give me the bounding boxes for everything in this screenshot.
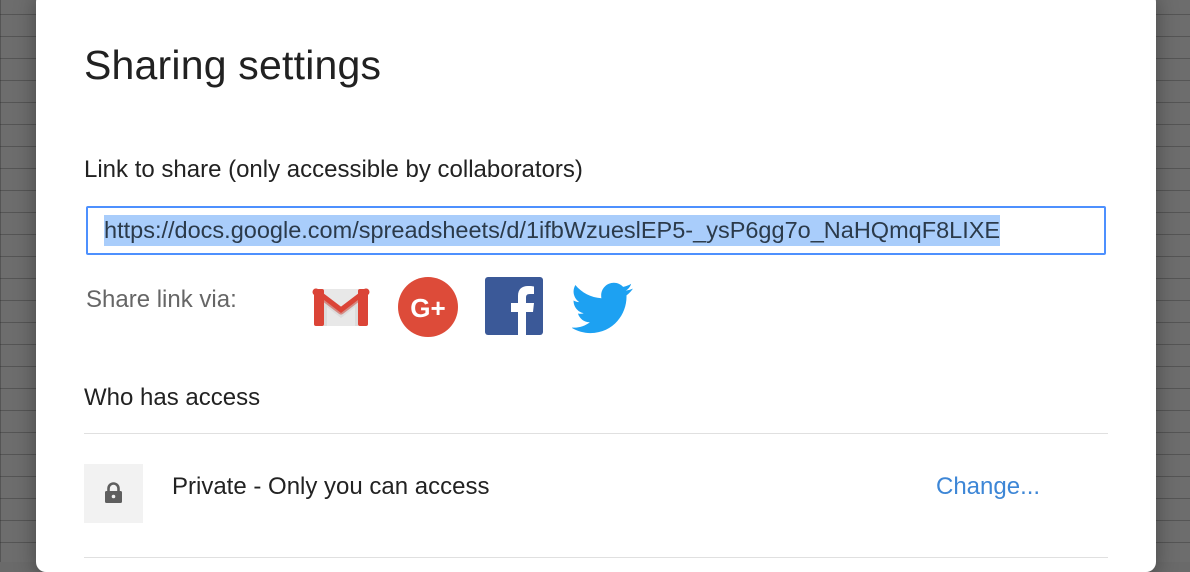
twitter-icon[interactable]: [572, 276, 634, 338]
access-description: Private - Only you can access: [172, 473, 490, 500]
facebook-icon[interactable]: [484, 276, 546, 338]
access-entry-row: Private - Only you can access Change...: [84, 464, 1108, 526]
share-link-input[interactable]: https://docs.google.com/spreadsheets/d/1…: [86, 206, 1106, 255]
dialog-title: Sharing settings: [84, 42, 382, 88]
access-divider-top: [84, 433, 1108, 434]
google-plus-icon[interactable]: G+: [397, 276, 459, 338]
lock-icon-box: [84, 464, 143, 523]
svg-text:G+: G+: [410, 293, 445, 323]
change-access-link[interactable]: Change...: [936, 473, 1040, 501]
sharing-settings-dialog: Sharing settings Link to share (only acc…: [36, 0, 1156, 572]
share-link-via-label: Share link via:: [86, 286, 237, 313]
lock-icon: [105, 482, 122, 503]
share-link-value[interactable]: https://docs.google.com/spreadsheets/d/1…: [104, 215, 1001, 246]
gmail-icon[interactable]: [310, 276, 372, 338]
share-link-via-row: Share link via: G+: [86, 277, 686, 342]
access-divider-bottom: [84, 557, 1108, 558]
who-has-access-heading: Who has access: [84, 384, 261, 411]
link-to-share-label: Link to share (only accessible by collab…: [84, 156, 583, 183]
